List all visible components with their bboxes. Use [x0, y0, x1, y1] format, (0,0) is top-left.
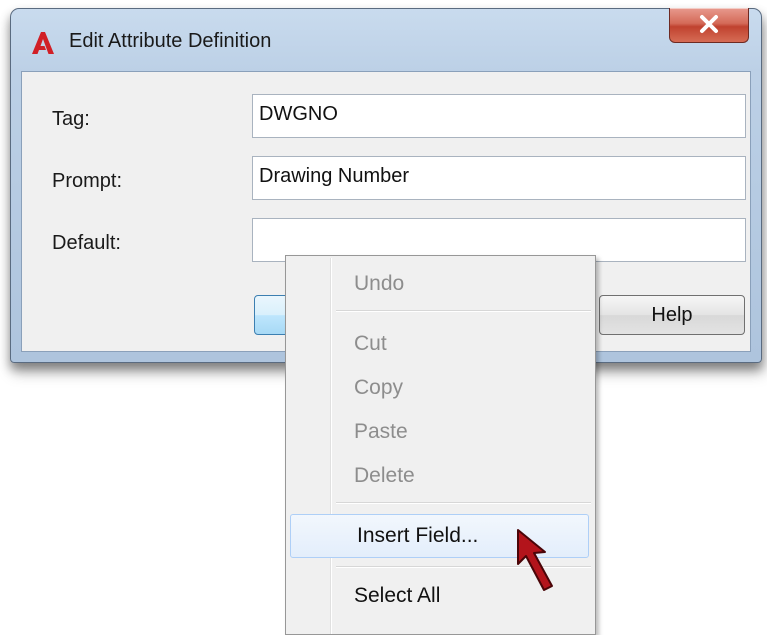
menu-item-label: Undo [354, 272, 405, 295]
menu-item-label: Cut [354, 332, 387, 355]
dialog-title: Edit Attribute Definition [69, 30, 272, 52]
menu-item-copy[interactable]: Copy [288, 368, 593, 408]
menu-item-label: Insert Field... [357, 524, 479, 547]
menu-item-undo[interactable]: Undo [288, 264, 593, 304]
menu-item-label: Select All [354, 584, 441, 607]
title-bar[interactable]: Edit Attribute Definition [11, 8, 761, 71]
red-arrow-cursor-icon [517, 529, 553, 591]
menu-item-label: Copy [354, 376, 404, 399]
tag-field[interactable]: DWGNO [252, 94, 746, 138]
menu-separator [336, 502, 591, 504]
menu-separator [336, 310, 591, 312]
prompt-field[interactable]: Drawing Number [252, 156, 746, 200]
menu-item-delete[interactable]: Delete [288, 456, 593, 496]
help-button[interactable]: Help [599, 295, 745, 335]
prompt-label: Prompt: [52, 170, 123, 192]
tag-label: Tag: [52, 108, 90, 130]
menu-item-cut[interactable]: Cut [288, 324, 593, 364]
default-label: Default: [52, 232, 121, 254]
close-button[interactable] [669, 8, 749, 43]
menu-item-label: Delete [354, 464, 415, 487]
menu-item-label: Paste [354, 420, 408, 443]
autocad-a-icon [32, 32, 54, 54]
close-icon [700, 15, 718, 33]
menu-item-paste[interactable]: Paste [288, 412, 593, 452]
